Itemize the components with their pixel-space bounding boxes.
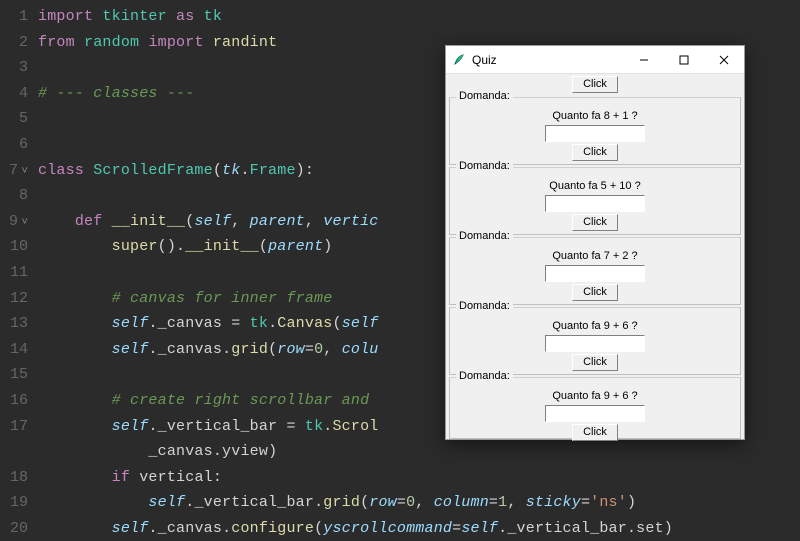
- question-group: Domanda:Quanto fa 5 + 10 ?Click: [449, 167, 741, 235]
- line-number: 13: [0, 311, 28, 337]
- line-number: [0, 439, 28, 465]
- answer-input[interactable]: [545, 405, 645, 422]
- group-label: Domanda:: [456, 160, 513, 172]
- click-button[interactable]: Click: [572, 214, 618, 231]
- maximize-button[interactable]: [664, 46, 704, 74]
- line-number: 9˅: [0, 209, 28, 235]
- window-buttons: [624, 46, 744, 74]
- question-group: Domanda:Quanto fa 9 + 6 ?Click: [449, 307, 741, 375]
- answer-input[interactable]: [545, 195, 645, 212]
- answer-input[interactable]: [545, 125, 645, 142]
- question-group: Domanda:Quanto fa 7 + 2 ?Click: [449, 237, 741, 305]
- answer-input[interactable]: [545, 265, 645, 282]
- quiz-window: Quiz Click Domanda:Quanto fa 8 + 1 ?Clic…: [445, 45, 745, 440]
- line-number: 6: [0, 132, 28, 158]
- question-text: Quanto fa 5 + 10 ?: [456, 180, 734, 192]
- line-number: 1: [0, 4, 28, 30]
- question-text: Quanto fa 9 + 6 ?: [456, 390, 734, 402]
- group-label: Domanda:: [456, 370, 513, 382]
- line-number: 4: [0, 81, 28, 107]
- line-number: 17: [0, 414, 28, 440]
- question-text: Quanto fa 8 + 1 ?: [456, 110, 734, 122]
- line-number: 5: [0, 106, 28, 132]
- question-group: Domanda:Quanto fa 8 + 1 ?Click: [449, 97, 741, 165]
- click-button[interactable]: Click: [572, 424, 618, 441]
- line-number: 11: [0, 260, 28, 286]
- line-number: 18: [0, 465, 28, 491]
- answer-input[interactable]: [545, 335, 645, 352]
- code-line[interactable]: if vertical:: [38, 465, 800, 491]
- line-number: 19: [0, 490, 28, 516]
- question-text: Quanto fa 7 + 2 ?: [456, 250, 734, 262]
- code-line[interactable]: _canvas.yview): [38, 439, 800, 465]
- line-number-gutter: 1234567˅89˅1011121314151617181920: [0, 4, 38, 541]
- window-titlebar[interactable]: Quiz: [446, 46, 744, 74]
- window-title: Quiz: [472, 53, 624, 67]
- tk-feather-icon: [452, 53, 466, 67]
- click-button[interactable]: Click: [572, 354, 618, 371]
- line-number: 16: [0, 388, 28, 414]
- line-number: 20: [0, 516, 28, 541]
- click-button[interactable]: Click: [572, 144, 618, 161]
- line-number: 10: [0, 234, 28, 260]
- click-button[interactable]: Click: [572, 284, 618, 301]
- click-button[interactable]: Click: [572, 76, 618, 93]
- line-number: 15: [0, 362, 28, 388]
- question-text: Quanto fa 9 + 6 ?: [456, 320, 734, 332]
- group-label: Domanda:: [456, 230, 513, 242]
- code-line[interactable]: import tkinter as tk: [38, 4, 800, 30]
- line-number: 7˅: [0, 158, 28, 184]
- code-line[interactable]: self._vertical_bar.grid(row=0, column=1,…: [38, 490, 800, 516]
- code-line[interactable]: self._canvas.configure(yscrollcommand=se…: [38, 516, 800, 541]
- close-button[interactable]: [704, 46, 744, 74]
- group-label: Domanda:: [456, 90, 513, 102]
- line-number: 2: [0, 30, 28, 56]
- question-group: Domanda:Quanto fa 9 + 6 ?Click: [449, 377, 741, 439]
- line-number: 8: [0, 183, 28, 209]
- minimize-button[interactable]: [624, 46, 664, 74]
- line-number: 14: [0, 337, 28, 363]
- group-label: Domanda:: [456, 300, 513, 312]
- quiz-body: Click Domanda: Quanto fa 8 + 1 ? Click Doma…: [446, 74, 744, 439]
- line-number: 3: [0, 55, 28, 81]
- line-number: 12: [0, 286, 28, 312]
